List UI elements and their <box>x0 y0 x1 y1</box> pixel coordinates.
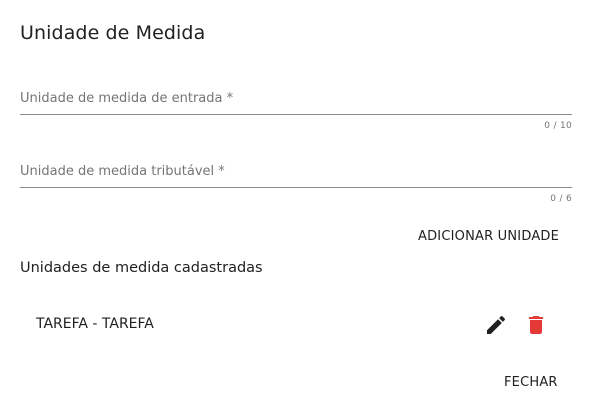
pencil-icon[interactable] <box>484 313 508 337</box>
add-unit-button[interactable]: ADICIONAR UNIDADE <box>418 229 559 244</box>
list-item: TAREFA - TAREFA <box>20 302 572 348</box>
tributavel-unit-input[interactable] <box>20 160 572 182</box>
tributavel-unit-counter: 0 / 6 <box>550 194 572 204</box>
entrada-unit-input[interactable] <box>20 87 572 109</box>
close-button[interactable]: FECHAR <box>504 375 558 390</box>
entrada-unit-underline <box>20 114 572 115</box>
list-item-label: TAREFA - TAREFA <box>36 316 154 332</box>
trash-icon[interactable] <box>524 313 548 337</box>
registered-units-heading: Unidades de medida cadastradas <box>20 260 263 276</box>
dialog-title: Unidade de Medida <box>20 22 206 44</box>
tributavel-unit-underline <box>20 187 572 188</box>
entrada-unit-counter: 0 / 10 <box>544 121 572 131</box>
unit-of-measure-dialog: Unidade de Medida Unidade de medida de e… <box>0 0 593 413</box>
